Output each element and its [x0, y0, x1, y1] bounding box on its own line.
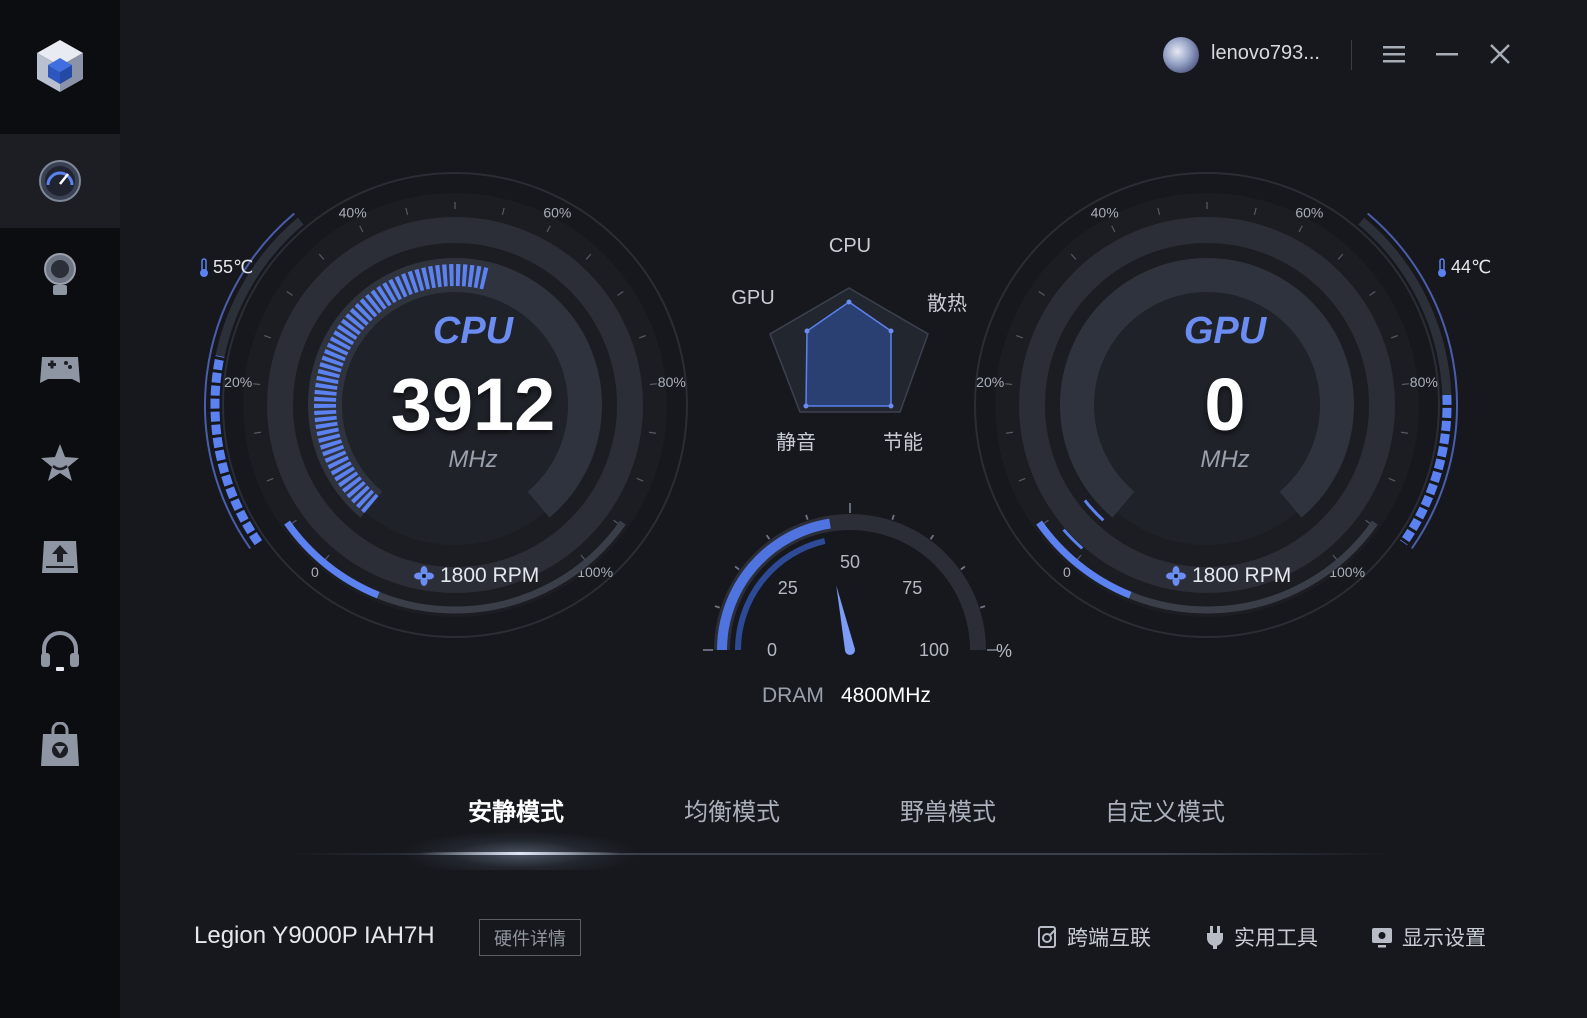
title-divider — [1351, 40, 1352, 70]
dram-frequency: 4800MHz — [841, 684, 931, 707]
device-model: Legion Y9000P IAH7H — [194, 922, 435, 949]
display-settings-label: 显示设置 — [1402, 927, 1486, 950]
thermometer-icon — [1438, 257, 1446, 277]
tab-quiet-mode[interactable]: 安静模式 — [468, 792, 564, 827]
cube-logo-icon — [37, 40, 83, 92]
close-icon — [1490, 44, 1510, 64]
lightbulb-icon — [44, 253, 76, 295]
menu-button[interactable] — [1376, 36, 1412, 72]
radar-label-cooling: 散热 — [927, 293, 967, 315]
dram-scale-label: 75 — [902, 578, 922, 598]
dram-tick — [980, 605, 986, 609]
tab-beast-mode[interactable]: 野兽模式 — [900, 792, 996, 827]
dram-gauge: 0 25 50 75 100% — [703, 503, 1012, 661]
scale-label: 0 — [311, 564, 319, 580]
upload-icon — [42, 541, 78, 573]
tab-custom-mode[interactable]: 自定义模式 — [1105, 792, 1225, 827]
sidebar-item-update[interactable] — [0, 510, 120, 604]
star-icon — [41, 444, 79, 481]
tick-mark — [253, 383, 261, 386]
scale-label: 40% — [339, 205, 367, 221]
plug-icon — [1207, 926, 1223, 949]
gpu-fan-speed: 1800 RPM — [1166, 564, 1291, 588]
dram-scale-label: 100 — [919, 640, 949, 660]
sidebar-item-game[interactable] — [0, 322, 120, 416]
radar-label-gpu: GPU — [731, 287, 775, 309]
thermometer-icon — [200, 257, 208, 277]
dram-tick — [765, 534, 771, 540]
scale-label: 20% — [224, 374, 252, 390]
minimize-button[interactable] — [1429, 36, 1465, 72]
dram-scale-label: 25 — [778, 578, 798, 598]
cpu-unit: MHz — [448, 446, 498, 473]
scale-label: 0 — [1063, 564, 1071, 580]
close-button[interactable] — [1482, 36, 1518, 72]
dashboard-icon — [39, 160, 81, 202]
cross-device-label: 跨端互联 — [1067, 927, 1151, 950]
tick-mark — [649, 383, 657, 386]
tick-mark — [1005, 383, 1013, 386]
menu-icon — [1383, 46, 1405, 63]
scale-label: 60% — [1295, 205, 1323, 221]
cpu-fan-speed: 1800 RPM — [414, 564, 539, 588]
headset-icon — [41, 631, 79, 671]
radar-label-eco: 节能 — [883, 432, 923, 454]
utilities-label: 实用工具 — [1234, 927, 1318, 950]
gpu-unit: MHz — [1200, 446, 1250, 473]
cpu-fan-value: 1800 RPM — [440, 564, 540, 587]
dram-needle-hub — [845, 645, 855, 655]
fan-icon — [1166, 566, 1186, 586]
sidebar — [0, 0, 120, 1018]
cpu-label: CPU — [432, 310, 514, 352]
gpu-frequency: 0 — [1204, 363, 1246, 446]
gpu-fan-value: 1800 RPM — [1192, 564, 1292, 587]
sidebar-item-dashboard[interactable] — [0, 134, 120, 228]
sidebar-item-support[interactable] — [0, 604, 120, 698]
active-tab-glow — [400, 830, 640, 870]
dram-tick — [714, 605, 720, 609]
gpu-temp: 44℃ — [1436, 257, 1491, 278]
dram-tick — [960, 565, 966, 571]
tab-balanced-mode[interactable]: 均衡模式 — [684, 792, 780, 827]
shopping-bag-icon — [41, 722, 79, 766]
sidebar-item-favorites[interactable] — [0, 416, 120, 510]
app-logo — [0, 0, 120, 132]
scale-label: 80% — [1410, 374, 1438, 390]
dram-tick — [805, 514, 809, 520]
dram-scale-label: 50 — [840, 552, 860, 572]
dram-needle — [836, 585, 855, 652]
sidebar-item-store[interactable] — [0, 698, 120, 792]
monitor-gear-icon — [1372, 928, 1392, 948]
gpu-temp-value: 44℃ — [1451, 257, 1492, 277]
dram-scale-label: 0 — [767, 640, 777, 660]
minimize-icon — [1436, 53, 1458, 56]
dram-label: DRAM — [762, 684, 824, 707]
gpu-label: GPU — [1183, 310, 1267, 352]
scale-label: 20% — [976, 374, 1004, 390]
cpu-temp-value: 55℃ — [213, 257, 254, 277]
cpu-temp: 55℃ — [198, 257, 253, 278]
dram-unit: % — [996, 641, 1012, 661]
dram-tick — [929, 534, 935, 540]
cross-device-link[interactable]: 跨端互联 — [1037, 922, 1151, 952]
utilities-link[interactable]: 实用工具 — [1204, 922, 1318, 952]
scale-label: 80% — [658, 374, 686, 390]
avatar[interactable] — [1163, 37, 1199, 73]
tick-mark — [1401, 383, 1409, 386]
cpu-frequency: 3912 — [390, 363, 556, 446]
link-devices-icon — [1038, 926, 1056, 948]
dram-tick — [734, 565, 740, 571]
radar-label-cpu: CPU — [828, 235, 872, 257]
hardware-details-button[interactable]: 硬件详情 — [479, 919, 581, 956]
fan-icon — [414, 566, 434, 586]
scale-label: 60% — [543, 205, 571, 221]
scale-label: 40% — [1091, 205, 1119, 221]
username[interactable]: lenovo793... — [1211, 42, 1320, 65]
gamepad-icon — [40, 357, 80, 383]
dram-tick — [891, 514, 895, 520]
sidebar-item-lighting[interactable] — [0, 228, 120, 322]
radar-label-silent: 静音 — [776, 432, 816, 454]
display-settings-link[interactable]: 显示设置 — [1370, 922, 1486, 952]
active-tab-indicator — [420, 852, 620, 855]
